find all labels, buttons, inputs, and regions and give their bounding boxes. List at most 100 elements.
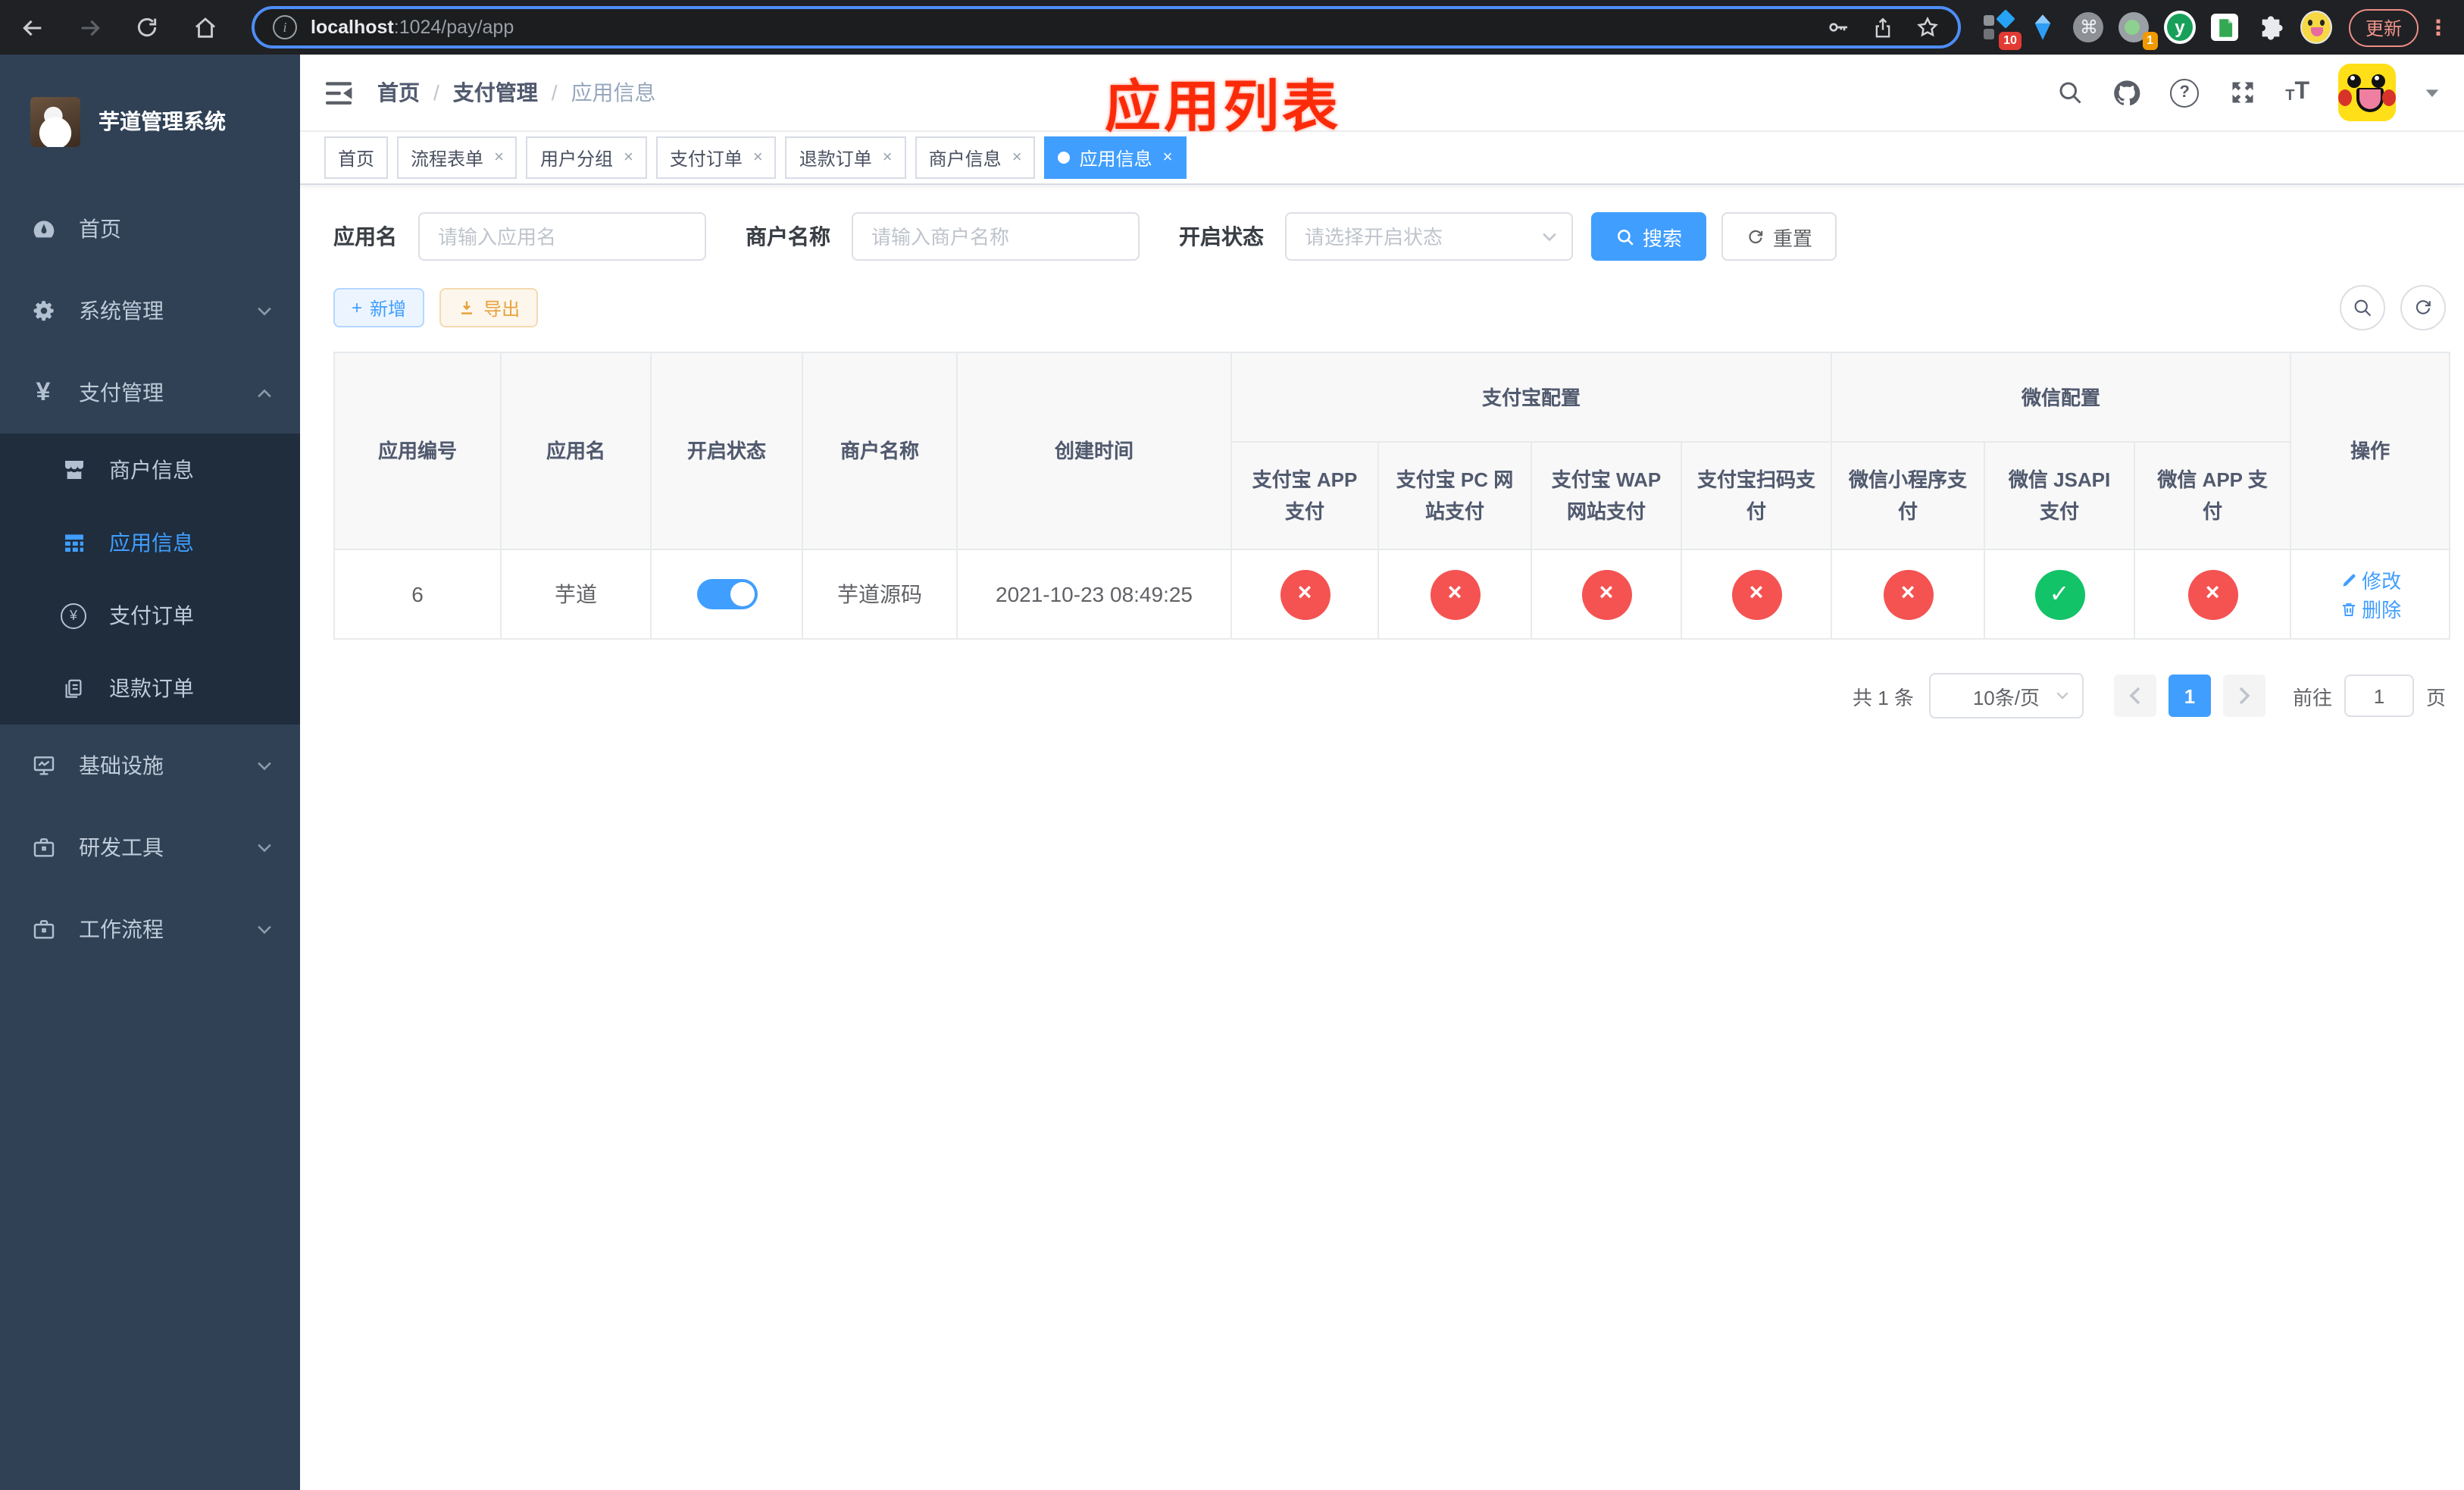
- active-dot: [1058, 152, 1071, 164]
- font-size-icon[interactable]: TT: [2285, 80, 2309, 105]
- ext-puzzle-icon[interactable]: [2255, 11, 2287, 43]
- status-cross-icon: ×: [1430, 569, 1480, 619]
- help-icon[interactable]: ?: [2170, 78, 2200, 107]
- chevron-down-icon: [256, 842, 273, 853]
- tag-close-icon[interactable]: ×: [883, 149, 893, 166]
- status-label: 开启状态: [1179, 224, 1264, 249]
- chrome-profile-avatar[interactable]: [2300, 11, 2332, 44]
- gear-icon: [30, 298, 56, 324]
- page-size-select[interactable]: 10条/页: [1928, 673, 2084, 718]
- yen-icon: ¥: [36, 377, 51, 406]
- col-alipay-pc: 支付宝 PC 网站支付: [1377, 441, 1532, 550]
- sidebar-item-pay-order[interactable]: ¥ 支付订单: [0, 579, 300, 652]
- tag-close-icon[interactable]: ×: [753, 149, 763, 166]
- tag-refund-order[interactable]: 退款订单 ×: [785, 136, 906, 179]
- status-select-input[interactable]: [1285, 212, 1573, 261]
- sidebar-logo[interactable]: 芋道管理系统: [0, 55, 300, 188]
- browser-back-icon[interactable]: [12, 8, 52, 47]
- sidebar-item-home[interactable]: 首页: [0, 188, 300, 270]
- briefcase-icon: [30, 916, 56, 942]
- goto-label: 前往: [2292, 686, 2332, 709]
- refresh-button[interactable]: [2400, 285, 2446, 330]
- ext-gem-icon[interactable]: [2028, 11, 2059, 43]
- col-alipay-qr: 支付宝扫码支付: [1680, 441, 1833, 550]
- sidebar-item-workflow[interactable]: 工作流程: [0, 888, 300, 970]
- sidebar-item-app-info[interactable]: 应用信息: [0, 506, 300, 579]
- user-avatar[interactable]: [2338, 64, 2396, 121]
- site-info-icon[interactable]: i: [273, 15, 297, 39]
- tag-close-icon[interactable]: ×: [494, 149, 504, 166]
- navbar: 首页 / 支付管理 / 应用信息 ? T T: [300, 55, 2464, 132]
- ext-command-icon[interactable]: ⌘: [2073, 11, 2105, 43]
- navbar-actions: ? TT: [2055, 64, 2440, 121]
- reset-button[interactable]: 重置: [1721, 212, 1837, 261]
- goto-page-input[interactable]: [2344, 675, 2414, 717]
- briefcase-icon: [30, 834, 56, 860]
- hide-search-button[interactable]: [2340, 285, 2385, 330]
- tag-merchant-info[interactable]: 商户信息 ×: [915, 136, 1036, 179]
- browser-forward-icon[interactable]: [70, 8, 109, 47]
- delete-link[interactable]: 删除: [2339, 594, 2401, 623]
- search-button[interactable]: 搜索: [1591, 212, 1707, 261]
- sidebar-item-refund-order[interactable]: 退款订单: [0, 652, 300, 725]
- sidebar-item-system[interactable]: 系统管理: [0, 270, 300, 352]
- sidebar-item-infra[interactable]: 基础设施: [0, 725, 300, 806]
- add-button[interactable]: + 新增: [333, 288, 425, 327]
- tag-pay-order[interactable]: 支付订单 ×: [655, 136, 777, 179]
- breadcrumb-section[interactable]: 支付管理: [453, 77, 538, 108]
- prev-page-button[interactable]: [2113, 675, 2156, 717]
- tag-label: 用户分组: [539, 148, 613, 169]
- tag-process-form[interactable]: 流程表单 ×: [397, 136, 518, 179]
- col-actions: 操作: [2290, 352, 2451, 550]
- sidebar-item-merchant-info[interactable]: 商户信息: [0, 434, 300, 506]
- export-button[interactable]: 导出: [439, 288, 539, 327]
- ext-y-icon[interactable]: y: [2163, 11, 2196, 44]
- page-number-1[interactable]: 1: [2168, 675, 2211, 717]
- breadcrumb-home[interactable]: 首页: [377, 77, 420, 108]
- ext-stats-icon[interactable]: 10: [1982, 8, 2022, 49]
- avatar-caret-icon[interactable]: [2425, 87, 2440, 98]
- edit-link[interactable]: 修改: [2339, 565, 2401, 594]
- password-key-icon[interactable]: [1826, 15, 1850, 39]
- plus-icon: +: [352, 297, 363, 318]
- github-icon[interactable]: [2112, 78, 2141, 107]
- col-alipay-wap: 支付宝 WAP 网站支付: [1531, 441, 1682, 550]
- browser-home-icon[interactable]: [185, 8, 224, 47]
- status-select[interactable]: [1285, 212, 1573, 261]
- browser-reload-icon[interactable]: [127, 8, 167, 47]
- address-bar[interactable]: i localhost:1024/pay/app: [252, 6, 1961, 49]
- tag-close-icon[interactable]: ×: [624, 149, 633, 166]
- sidebar-item-payment[interactable]: ¥ 支付管理: [0, 352, 300, 434]
- share-icon[interactable]: [1871, 16, 1894, 39]
- ext-proxy-icon[interactable]: 1: [2118, 11, 2158, 49]
- breadcrumb-separator: /: [551, 80, 558, 105]
- tag-app-info[interactable]: 应用信息 ×: [1044, 136, 1187, 179]
- header-search-icon[interactable]: [2055, 78, 2084, 107]
- row-status-toggle[interactable]: [696, 579, 757, 609]
- sidebar-collapse-icon[interactable]: [324, 80, 353, 105]
- chrome-menu-icon[interactable]: ⋮: [2428, 17, 2449, 38]
- ext-notes-icon[interactable]: [2209, 11, 2241, 43]
- chevron-down-icon: [256, 305, 273, 316]
- merchant-input[interactable]: [852, 212, 1140, 261]
- chrome-update-button[interactable]: 更新: [2348, 8, 2419, 46]
- pagination-goto: 前往 页: [2293, 675, 2446, 717]
- ext-stats-badge: 10: [1999, 31, 2022, 49]
- group-alipay-config: 支付宝配置: [1230, 352, 1833, 443]
- next-page-button[interactable]: [2222, 675, 2265, 717]
- sidebar-item-label: 支付管理: [79, 380, 164, 405]
- tag-home[interactable]: 首页: [324, 136, 389, 179]
- bookmark-star-icon[interactable]: [1915, 15, 1940, 39]
- fullscreen-icon[interactable]: [2228, 78, 2256, 107]
- tag-close-icon[interactable]: ×: [1163, 149, 1173, 166]
- url-text[interactable]: localhost:1024/pay/app: [311, 17, 1805, 38]
- sidebar-item-label: 基础设施: [79, 753, 164, 778]
- cell-app-name: 芋道: [500, 549, 652, 640]
- export-button-label: 导出: [483, 298, 521, 319]
- tag-close-icon[interactable]: ×: [1012, 149, 1022, 166]
- sidebar-item-label: 工作流程: [79, 917, 164, 941]
- sidebar-item-dev-tools[interactable]: 研发工具: [0, 806, 300, 888]
- tag-user-group[interactable]: 用户分组 ×: [526, 136, 647, 179]
- app-name-input[interactable]: [418, 212, 706, 261]
- reset-button-label: 重置: [1773, 227, 1813, 249]
